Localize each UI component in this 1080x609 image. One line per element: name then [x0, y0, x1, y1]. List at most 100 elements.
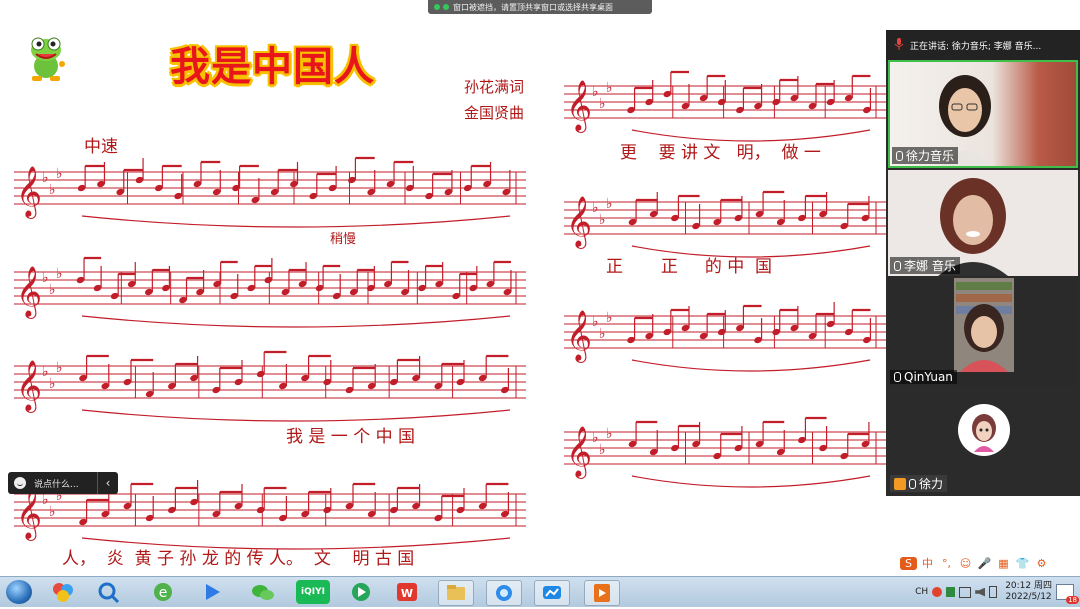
- lyrics-line-4: 人， 炎 黄 子 孙 龙 的 传 人。 文 明 古 国: [62, 549, 415, 569]
- svg-text:𝄞: 𝄞: [16, 166, 42, 219]
- tray-network-icon[interactable]: [959, 586, 972, 598]
- status-dots: [434, 4, 449, 10]
- clock-time: 20:12 周四: [1005, 581, 1052, 591]
- svg-text:♭: ♭: [599, 442, 606, 458]
- participant-name-1: 徐力音乐: [892, 147, 959, 164]
- svg-text:♭: ♭: [49, 376, 56, 392]
- svg-text:W: W: [401, 587, 413, 600]
- mic-icon: [909, 478, 916, 489]
- svg-text:♭: ♭: [42, 270, 49, 286]
- svg-text:𝄞: 𝄞: [16, 488, 42, 541]
- participant-name-4: 徐力: [890, 475, 948, 492]
- svg-text:𝄞: 𝄞: [566, 196, 592, 249]
- participant-name-3: QinYuan: [890, 370, 957, 384]
- wechat-icon[interactable]: [246, 580, 280, 604]
- system-tray: CH 20:12 周四 2022/5/12 18: [915, 577, 1079, 607]
- taskbar: e iQIYI W CH 20:12 周四 2022/5/12 18: [0, 576, 1080, 607]
- wps-icon[interactable]: W: [390, 580, 424, 604]
- svg-text:♭: ♭: [606, 196, 613, 212]
- song-title: 我是中国人: [170, 44, 375, 90]
- lyrics-right-1: 更 要 讲 文 明， 做 一: [620, 143, 821, 163]
- svg-text:𝄞: 𝄞: [16, 266, 42, 319]
- lyrics-right-2: 正 正 的 中 国: [606, 257, 773, 277]
- staff-line-right-3: 𝄞 ♭♭♭: [564, 302, 886, 372]
- file-explorer-icon[interactable]: [438, 580, 474, 606]
- collapse-chat-button[interactable]: ‹: [97, 472, 118, 494]
- staff-line-right-2: 𝄞 ♭♭♭: [564, 190, 886, 258]
- svg-text:♭: ♭: [606, 80, 613, 96]
- lyrics-line-3: 我 是 一 个 中 国: [286, 427, 416, 447]
- svg-text:e: e: [159, 585, 168, 601]
- svg-text:♭: ♭: [606, 426, 613, 442]
- svg-text:♭: ♭: [56, 266, 63, 282]
- color-balls-icon[interactable]: [46, 580, 80, 604]
- chat-input[interactable]: 说点什么... ‹: [8, 472, 118, 494]
- ime-emoji-icon[interactable]: ☺: [957, 557, 974, 570]
- tray-antivirus-icon[interactable]: [932, 587, 943, 597]
- svg-text:♭: ♭: [592, 200, 599, 216]
- presentation-icon[interactable]: [584, 580, 620, 606]
- svg-text:♭: ♭: [49, 282, 56, 298]
- svg-text:♭: ♭: [42, 364, 49, 380]
- ime-chinese-mode[interactable]: 中: [919, 555, 936, 571]
- ime-settings-icon[interactable]: ⚙: [1033, 557, 1050, 570]
- language-indicator[interactable]: CH: [915, 587, 928, 597]
- emoji-icon[interactable]: [14, 477, 26, 489]
- video-tile-2[interactable]: 李娜 音乐: [888, 170, 1078, 276]
- mic-icon: [894, 372, 901, 382]
- participant-panel: 正在讲话: 徐力音乐; 李娜 音乐... 徐力音乐 李娜 音乐 QinYuan …: [886, 30, 1080, 496]
- lyricist-credit: 孙花满词: [464, 78, 525, 96]
- svg-text:♭: ♭: [49, 504, 56, 520]
- ime-skin-icon[interactable]: 👕: [1014, 557, 1031, 570]
- shared-sheet-music: 我是中国人 孙花满词 金国贤曲 中速 稍慢 𝄞 ♭ ♭ ♭ 𝄞 ♭ ♭ ♭ 𝄞 ♭ ♭ ♭ 𝄞 ♭ ♭…: [0, 14, 888, 576]
- ime-keyboard-icon[interactable]: ▦: [995, 557, 1012, 570]
- speaking-text: 正在讲话: 徐力音乐; 李娜 音乐...: [910, 41, 1042, 52]
- tencent-meeting-icon[interactable]: [486, 580, 522, 606]
- host-icon: [894, 477, 906, 490]
- svg-text:♭: ♭: [592, 430, 599, 446]
- staff-line-right-1: 𝄞 ♭♭♭: [564, 70, 886, 142]
- video-tile-4[interactable]: 徐力: [888, 388, 1078, 494]
- notification-icon[interactable]: 18: [1056, 584, 1079, 604]
- video-tile-1[interactable]: 徐力音乐: [888, 60, 1078, 168]
- tempo-change-marking: 稍慢: [330, 232, 357, 247]
- share-warning-banner: 窗口被遮挡，请置顶共享窗口或选择共享桌面: [428, 0, 652, 14]
- participant-name-2: 李娜 音乐: [890, 257, 960, 274]
- ime-toolbar[interactable]: S 中 °, ☺ 🎤 ▦ 👕 ⚙: [900, 552, 1050, 574]
- video-tile-3[interactable]: QinYuan: [888, 278, 1078, 386]
- svg-text:𝄞: 𝄞: [566, 310, 592, 363]
- svg-text:♭: ♭: [42, 492, 49, 508]
- ime-logo-icon[interactable]: S: [900, 556, 917, 570]
- search-magnifier-icon[interactable]: [92, 580, 126, 604]
- ime-voice-icon[interactable]: 🎤: [976, 557, 993, 570]
- iqiyi-icon[interactable]: iQIYI: [296, 580, 330, 604]
- composer-credit: 金国贤曲: [464, 104, 525, 122]
- tray-power-icon[interactable]: [989, 586, 998, 598]
- notification-badge: 18: [1066, 596, 1079, 604]
- frog-mascot-icon: [31, 37, 65, 81]
- ime-punctuation-icon[interactable]: °,: [938, 557, 955, 570]
- chat-placeholder: 说点什么...: [34, 479, 79, 490]
- share-warning-text: 窗口被遮挡，请置顶共享窗口或选择共享桌面: [453, 2, 613, 12]
- svg-text:♭: ♭: [599, 212, 606, 228]
- svg-text:𝄞: 𝄞: [16, 360, 42, 413]
- ie-browser-icon[interactable]: e: [146, 580, 180, 604]
- feishu-icon[interactable]: [196, 580, 230, 604]
- clock[interactable]: 20:12 周四 2022/5/12: [1005, 581, 1052, 603]
- svg-text:𝄞: 𝄞: [566, 426, 592, 479]
- tray-shield-icon[interactable]: [946, 587, 956, 597]
- svg-text:♭: ♭: [42, 170, 49, 186]
- start-orb-icon[interactable]: [6, 580, 32, 604]
- svg-text:♭: ♭: [606, 310, 613, 326]
- tray-volume-icon[interactable]: [975, 587, 986, 597]
- svg-text:♭: ♭: [592, 314, 599, 330]
- svg-text:♭: ♭: [49, 182, 56, 198]
- speaking-indicator: 正在讲话: 徐力音乐; 李娜 音乐...: [886, 30, 1080, 60]
- svg-text:♭: ♭: [592, 84, 599, 100]
- media-player-icon[interactable]: [344, 580, 378, 604]
- staff-line-1: 𝄞 ♭♭♭: [14, 156, 526, 228]
- chat-app-icon[interactable]: [534, 580, 570, 606]
- svg-text:♭: ♭: [56, 360, 63, 376]
- staff-line-3: 𝄞 ♭♭♭: [14, 350, 526, 422]
- svg-text:𝄞: 𝄞: [566, 80, 592, 133]
